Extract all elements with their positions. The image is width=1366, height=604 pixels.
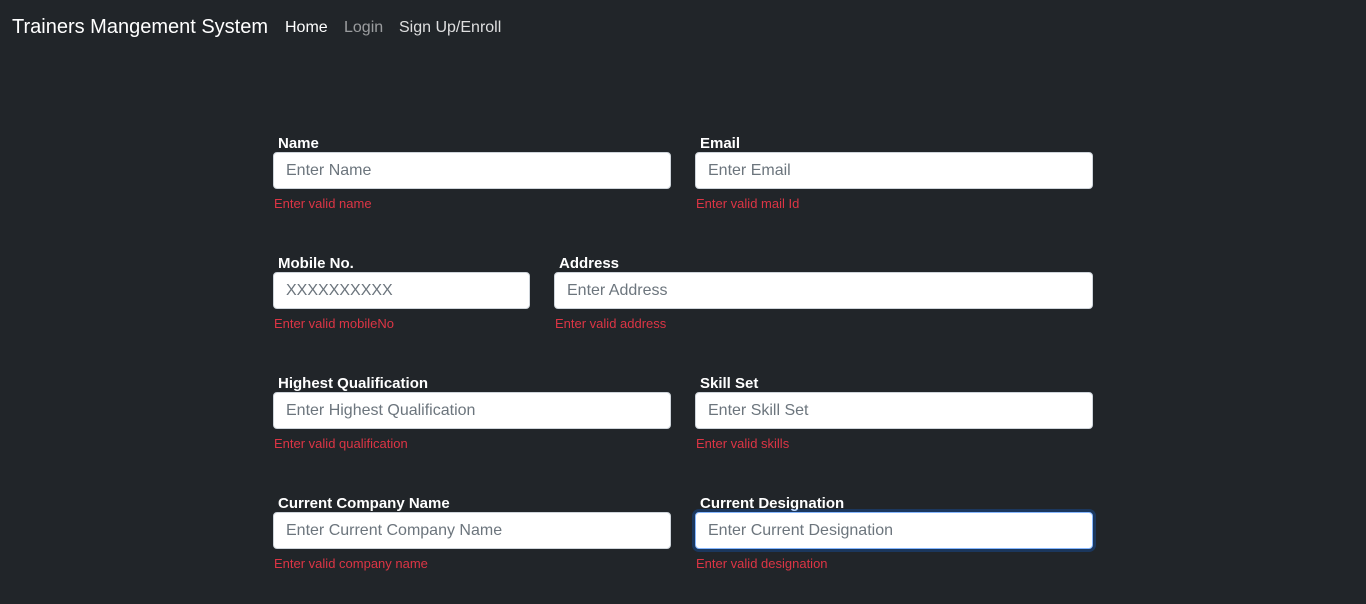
address-error: Enter valid address <box>555 316 667 331</box>
email-label: Email <box>700 135 741 152</box>
mobile-field-group: Mobile No. Enter valid mobileNo <box>273 255 530 340</box>
designation-error: Enter valid designation <box>696 556 828 571</box>
mobile-error: Enter valid mobileNo <box>274 316 394 331</box>
company-field-group: Current Company Name Enter valid company… <box>273 495 671 580</box>
company-input[interactable] <box>273 512 671 549</box>
email-input[interactable] <box>695 152 1093 189</box>
designation-field-group: Current Designation Enter valid designat… <box>695 495 1093 580</box>
name-label: Name <box>278 135 319 152</box>
name-field-group: Name Enter valid name <box>273 135 671 220</box>
skills-label: Skill Set <box>700 375 759 392</box>
company-error: Enter valid company name <box>274 556 428 571</box>
qualification-field-group: Highest Qualification Enter valid qualif… <box>273 375 671 460</box>
address-input[interactable] <box>554 272 1093 309</box>
name-input[interactable] <box>273 152 671 189</box>
skills-input[interactable] <box>695 392 1093 429</box>
company-label: Current Company Name <box>278 495 450 512</box>
qualification-label: Highest Qualification <box>278 375 429 392</box>
designation-input[interactable] <box>695 512 1093 549</box>
address-field-group: Address Enter valid address <box>554 255 1093 340</box>
navbar-brand[interactable]: Trainers Mangement System <box>12 16 268 39</box>
nav-link-signup[interactable]: Sign Up/Enroll <box>399 19 501 37</box>
skills-error: Enter valid skills <box>696 436 790 451</box>
mobile-label: Mobile No. <box>278 255 354 272</box>
email-field-group: Email Enter valid mail Id <box>695 135 1093 220</box>
mobile-input[interactable] <box>273 272 530 309</box>
nav-link-home[interactable]: Home <box>285 19 328 37</box>
address-label: Address <box>559 255 620 272</box>
skills-field-group: Skill Set Enter valid skills <box>695 375 1093 460</box>
name-error: Enter valid name <box>274 196 372 211</box>
designation-label: Current Designation <box>700 495 845 512</box>
nav-link-login[interactable]: Login <box>344 19 383 37</box>
qualification-error: Enter valid qualification <box>274 436 408 451</box>
qualification-input[interactable] <box>273 392 671 429</box>
email-error: Enter valid mail Id <box>696 196 800 211</box>
navbar: Trainers Mangement System Home Login Sig… <box>0 0 1366 58</box>
